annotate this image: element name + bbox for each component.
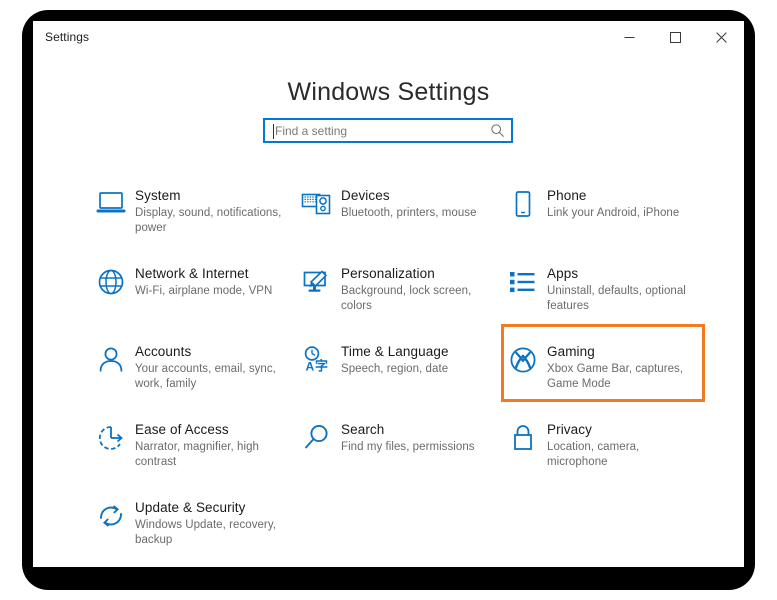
settings-grid: System Display, sound, notifications, po… <box>89 179 709 567</box>
tile-empty-slot <box>501 491 707 567</box>
settings-tile-phone[interactable]: Phone Link your Android, iPhone <box>501 179 707 257</box>
tile-row: Update & Security Windows Update, recove… <box>89 491 709 567</box>
tile-text: Privacy Location, camera, microphone <box>545 421 697 470</box>
ease-of-access-icon <box>89 421 133 463</box>
tile-description: Narrator, magnifier, high contrast <box>135 441 259 468</box>
tile-title: Gaming <box>547 344 595 359</box>
tile-text: Search Find my files, permissions <box>339 421 475 455</box>
settings-tile-apps[interactable]: Apps Uninstall, defaults, optional featu… <box>501 257 707 335</box>
maximize-button[interactable] <box>652 21 698 53</box>
close-icon <box>715 31 727 43</box>
settings-tile-privacy[interactable]: Privacy Location, camera, microphone <box>501 413 707 491</box>
tile-text: Network & Internet Wi-Fi, airplane mode,… <box>133 265 272 299</box>
window-title: Settings <box>45 30 90 44</box>
settings-tile-time-language[interactable]: A 字 Time & Language Speech, region, date <box>295 335 501 413</box>
xbox-icon <box>501 343 545 385</box>
tile-text: Personalization Background, lock screen,… <box>339 265 491 314</box>
clock-language-icon: A 字 <box>295 343 339 385</box>
tile-title: Update & Security <box>135 500 246 515</box>
person-icon <box>89 343 133 385</box>
tile-title: Devices <box>341 188 390 203</box>
phone-icon <box>501 187 545 229</box>
laptop-icon <box>89 187 133 229</box>
settings-tile-network[interactable]: Network & Internet Wi-Fi, airplane mode,… <box>89 257 295 335</box>
settings-tile-ease-of-access[interactable]: Ease of Access Narrator, magnifier, high… <box>89 413 295 491</box>
tile-text: Gaming Xbox Game Bar, captures, Game Mod… <box>545 343 697 392</box>
tile-title: System <box>135 188 181 203</box>
tile-text: System Display, sound, notifications, po… <box>133 187 285 236</box>
tile-text: Phone Link your Android, iPhone <box>545 187 679 221</box>
tile-text: Devices Bluetooth, printers, mouse <box>339 187 477 221</box>
tile-description: Location, camera, microphone <box>547 441 640 468</box>
settings-tile-devices[interactable]: Devices Bluetooth, printers, mouse <box>295 179 501 257</box>
maximize-icon <box>669 31 681 43</box>
settings-window: Settings Windows Settings Find a setting… <box>33 21 744 567</box>
search-input[interactable] <box>275 120 480 141</box>
tile-row: Accounts Your accounts, email, sync, wor… <box>89 324 709 413</box>
tile-description: Windows Update, recovery, backup <box>135 519 277 546</box>
settings-tile-system[interactable]: System Display, sound, notifications, po… <box>89 179 295 257</box>
tile-description: Uninstall, defaults, optional features <box>547 285 686 312</box>
tile-title: Accounts <box>135 344 192 359</box>
close-button[interactable] <box>698 21 744 53</box>
tile-title: Network & Internet <box>135 266 249 281</box>
tile-description: Find my files, permissions <box>341 441 475 453</box>
refresh-icon <box>89 499 133 541</box>
minimize-icon <box>624 32 635 43</box>
search-icon[interactable] <box>490 123 505 138</box>
tile-title: Personalization <box>341 266 435 281</box>
settings-tile-personalization[interactable]: Personalization Background, lock screen,… <box>295 257 501 335</box>
magnifier-icon <box>295 421 339 463</box>
tile-description: Xbox Game Bar, captures, Game Mode <box>547 363 684 390</box>
tile-title: Time & Language <box>341 344 449 359</box>
lock-icon <box>501 421 545 463</box>
tile-text: Ease of Access Narrator, magnifier, high… <box>133 421 285 470</box>
devices-icon <box>295 187 339 229</box>
svg-text:字: 字 <box>315 359 328 375</box>
tile-description: Display, sound, notifications, power <box>135 207 282 234</box>
tile-title: Privacy <box>547 422 592 437</box>
svg-text:A: A <box>306 360 315 374</box>
tile-title: Ease of Access <box>135 422 229 437</box>
tile-description: Background, lock screen, colors <box>341 285 472 312</box>
tile-title: Phone <box>547 188 587 203</box>
text-caret <box>273 124 274 139</box>
tile-row: Network & Internet Wi-Fi, airplane mode,… <box>89 257 709 335</box>
tile-text: Update & Security Windows Update, recove… <box>133 499 285 548</box>
tile-text: Apps Uninstall, defaults, optional featu… <box>545 265 697 314</box>
tile-title: Search <box>341 422 385 437</box>
tile-row: Ease of Access Narrator, magnifier, high… <box>89 413 709 491</box>
minimize-button[interactable] <box>606 21 652 53</box>
tile-row: System Display, sound, notifications, po… <box>89 179 709 257</box>
settings-tile-search[interactable]: Search Find my files, permissions <box>295 413 501 491</box>
page-title: Windows Settings <box>287 78 490 106</box>
tile-description: Wi-Fi, airplane mode, VPN <box>135 285 273 297</box>
tile-description: Link your Android, iPhone <box>547 207 680 219</box>
tile-description: Your accounts, email, sync, work, family <box>135 363 276 390</box>
settings-tile-update-security[interactable]: Update & Security Windows Update, recove… <box>89 491 295 567</box>
settings-tile-gaming[interactable]: Gaming Xbox Game Bar, captures, Game Mod… <box>501 324 707 413</box>
tile-empty-slot <box>295 491 501 567</box>
tile-description: Bluetooth, printers, mouse <box>341 207 477 219</box>
settings-tile-accounts[interactable]: Accounts Your accounts, email, sync, wor… <box>89 335 295 413</box>
tile-description: Speech, region, date <box>341 363 449 375</box>
tile-title: Apps <box>547 266 579 281</box>
search-box[interactable] <box>263 118 513 143</box>
tile-text: Accounts Your accounts, email, sync, wor… <box>133 343 285 392</box>
tile-text: Time & Language Speech, region, date <box>339 343 449 377</box>
title-bar[interactable]: Settings <box>33 21 744 53</box>
paintbrush-monitor-icon <box>295 265 339 307</box>
globe-icon <box>89 265 133 307</box>
list-icon <box>501 265 545 307</box>
